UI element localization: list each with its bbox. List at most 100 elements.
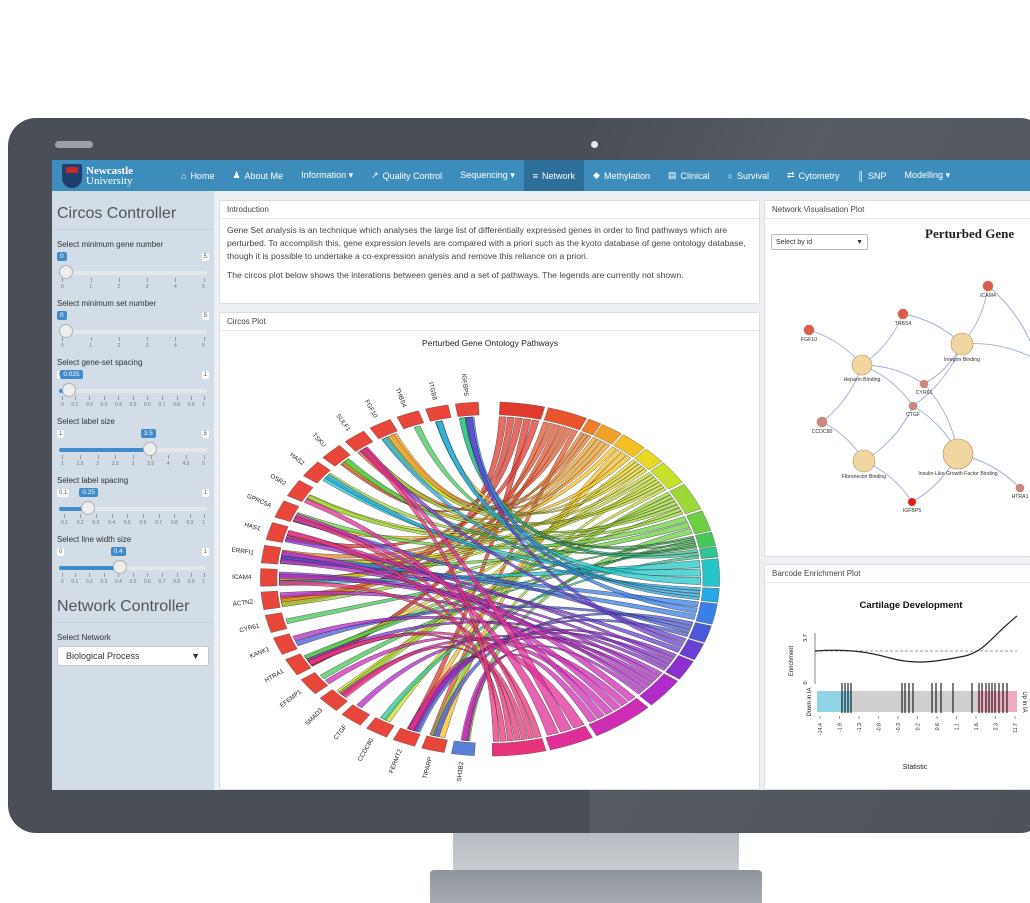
slider-tick: 2.5 (111, 455, 119, 467)
nav-item-10[interactable]: ║ SNP (849, 160, 896, 191)
slider-value: 0 (57, 252, 67, 261)
nav-item-8[interactable]: ○ Survival (719, 160, 778, 191)
network-graph[interactable]: ICAM4THBS4FGF10Integrin BindingACTHepari… (765, 256, 1030, 556)
nav-item-7[interactable]: ▤ Clinical (659, 160, 719, 191)
slider-tick: 0.9 (187, 573, 195, 585)
network-select[interactable]: Biological Process ▼ (57, 646, 209, 666)
network-node[interactable] (908, 401, 918, 411)
gene-label: CYR61 (239, 622, 261, 634)
pathway-arc[interactable] (695, 601, 718, 625)
slider[interactable]: 0 1 0.4 0 0.1 0.2 0.3 0.4 0.5 0.6 0.7 0.8 0.9 1 (57, 546, 209, 585)
network-node[interactable] (950, 332, 974, 356)
network-node-label: FGF10 (801, 337, 817, 343)
pathway-arc[interactable] (669, 483, 702, 515)
slider-tick: 0.4 (108, 514, 116, 526)
nav-item-11[interactable]: Modelling ▾ (895, 160, 959, 191)
gene-label: HAS1 (243, 521, 261, 532)
nav-item-4[interactable]: Sequencing ▾ (451, 160, 524, 191)
network-node-label: Insulin-Like Growth Factor Binding (918, 471, 997, 477)
slider-tick: 0.2 (76, 514, 84, 526)
network-node[interactable] (852, 449, 876, 473)
slider-handle[interactable] (112, 560, 127, 574)
nav-item-1[interactable]: ♟ About Me (223, 160, 292, 191)
network-node[interactable] (942, 438, 974, 470)
gene-label: ACTN2 (232, 598, 254, 608)
nav-item-6[interactable]: ◆ Methylation (584, 160, 659, 191)
network-node-label: Heparin Binding (844, 377, 881, 383)
gene-arc[interactable] (451, 740, 476, 756)
slider-handle[interactable] (81, 501, 96, 515)
network-node[interactable] (851, 354, 873, 376)
pathway-arc[interactable] (701, 558, 720, 587)
gene-arc[interactable] (260, 590, 281, 610)
gene-arc[interactable] (425, 404, 452, 422)
gene-arc[interactable] (265, 522, 289, 543)
slider-tick: 0.4 (114, 573, 122, 585)
network-node[interactable] (897, 308, 909, 320)
circos-controller-title: Circos Controller (52, 191, 214, 230)
network-select-label: Select Network (57, 633, 111, 642)
slider-fill (59, 566, 120, 570)
slider[interactable]: 050012345 (57, 310, 209, 349)
slider-track[interactable] (59, 271, 207, 275)
gene-arc[interactable] (341, 704, 371, 726)
pathway-arc[interactable] (699, 546, 719, 559)
pathway-arc[interactable] (700, 587, 720, 603)
network-node[interactable] (1015, 483, 1025, 493)
nav-item-9[interactable]: ⇄ Cytometry (778, 160, 849, 191)
slider-tick: 1.5 (76, 455, 84, 467)
gene-arc[interactable] (261, 544, 282, 565)
nav-item-5[interactable]: ≡ Network (523, 160, 585, 191)
network-node[interactable] (816, 416, 828, 428)
slider-handle[interactable] (59, 324, 73, 338)
up-region (977, 691, 1017, 712)
slider-handle[interactable] (62, 383, 77, 397)
slider-track[interactable] (59, 330, 207, 334)
slider[interactable]: 1 5 3.5 1 1.5 2 2.5 3 3.5 4 4.5 5 (57, 428, 209, 467)
exchange-icon: ⇄ (786, 170, 795, 180)
barcode-x-tick: 1.1 (955, 723, 961, 730)
slider-tick: 1 (202, 396, 205, 408)
slider-tick: 2 (117, 278, 121, 290)
nav-item-3[interactable]: ↗ Quality Control (362, 160, 451, 191)
network-node[interactable] (919, 379, 929, 389)
nav-item-label: Modelling ▾ (904, 170, 950, 180)
network-node-label: IGFBP5 (903, 508, 922, 514)
slider-tick: 0.5 (129, 573, 137, 585)
nav-item-2[interactable]: Information ▾ (292, 160, 362, 191)
gene-label: CCDC80 (357, 737, 376, 763)
university-logo[interactable]: Newcastle University (52, 160, 172, 191)
circos-panel: Circos Plot Perturbed Gene Ontology Path… (219, 312, 760, 790)
intro-paragraph-1: Gene Set analysis is an technique which … (227, 225, 746, 261)
gene-label: KANK1 (249, 646, 271, 661)
slider-value: 3.5 (140, 429, 156, 438)
nav-item-label: Survival (736, 170, 769, 181)
slider[interactable]: 050012345 (57, 251, 209, 290)
network-node[interactable] (803, 324, 815, 336)
gene-label: TIPARP (422, 756, 434, 779)
slider-handle[interactable] (142, 442, 157, 456)
slider-label: Select line width size (57, 535, 132, 544)
slider-tick: 0.6 (144, 396, 151, 408)
introduction-panel: Introduction Gene Set analysis is an tec… (219, 200, 760, 304)
network-node[interactable] (982, 280, 994, 292)
slider[interactable]: 0.1 1 0.25 0.1 0.2 0.3 0.4 0.5 0.6 0.7 0.8 0.9 1 (57, 487, 209, 526)
network-node[interactable] (907, 497, 917, 507)
slider-track[interactable] (59, 389, 207, 393)
gene-arc[interactable] (264, 612, 288, 633)
home-icon: ⌂ (181, 170, 187, 181)
gene-label: THBS4 (394, 387, 408, 409)
down-region (817, 691, 851, 712)
gene-arc[interactable] (421, 735, 448, 753)
gene-arc[interactable] (260, 568, 278, 587)
slider[interactable]: 0 1 0.025 0 0.1 0.2 0.3 0.4 0.5 0.6 0.7 0.8 0.9 1 (57, 369, 209, 408)
select-by-id-dropdown[interactable]: Select by id ▼ (771, 234, 868, 250)
slider-handle[interactable] (59, 265, 73, 279)
slider-tick: 0.6 (144, 573, 151, 585)
slider-tick: 4 (166, 455, 170, 467)
pathway-arc[interactable] (688, 622, 712, 643)
pathway-arc[interactable] (695, 531, 716, 549)
nav-item-0[interactable]: ⌂ Home (172, 160, 223, 191)
gene-arc[interactable] (455, 401, 480, 417)
nav-item-label: Clinical (680, 170, 710, 181)
